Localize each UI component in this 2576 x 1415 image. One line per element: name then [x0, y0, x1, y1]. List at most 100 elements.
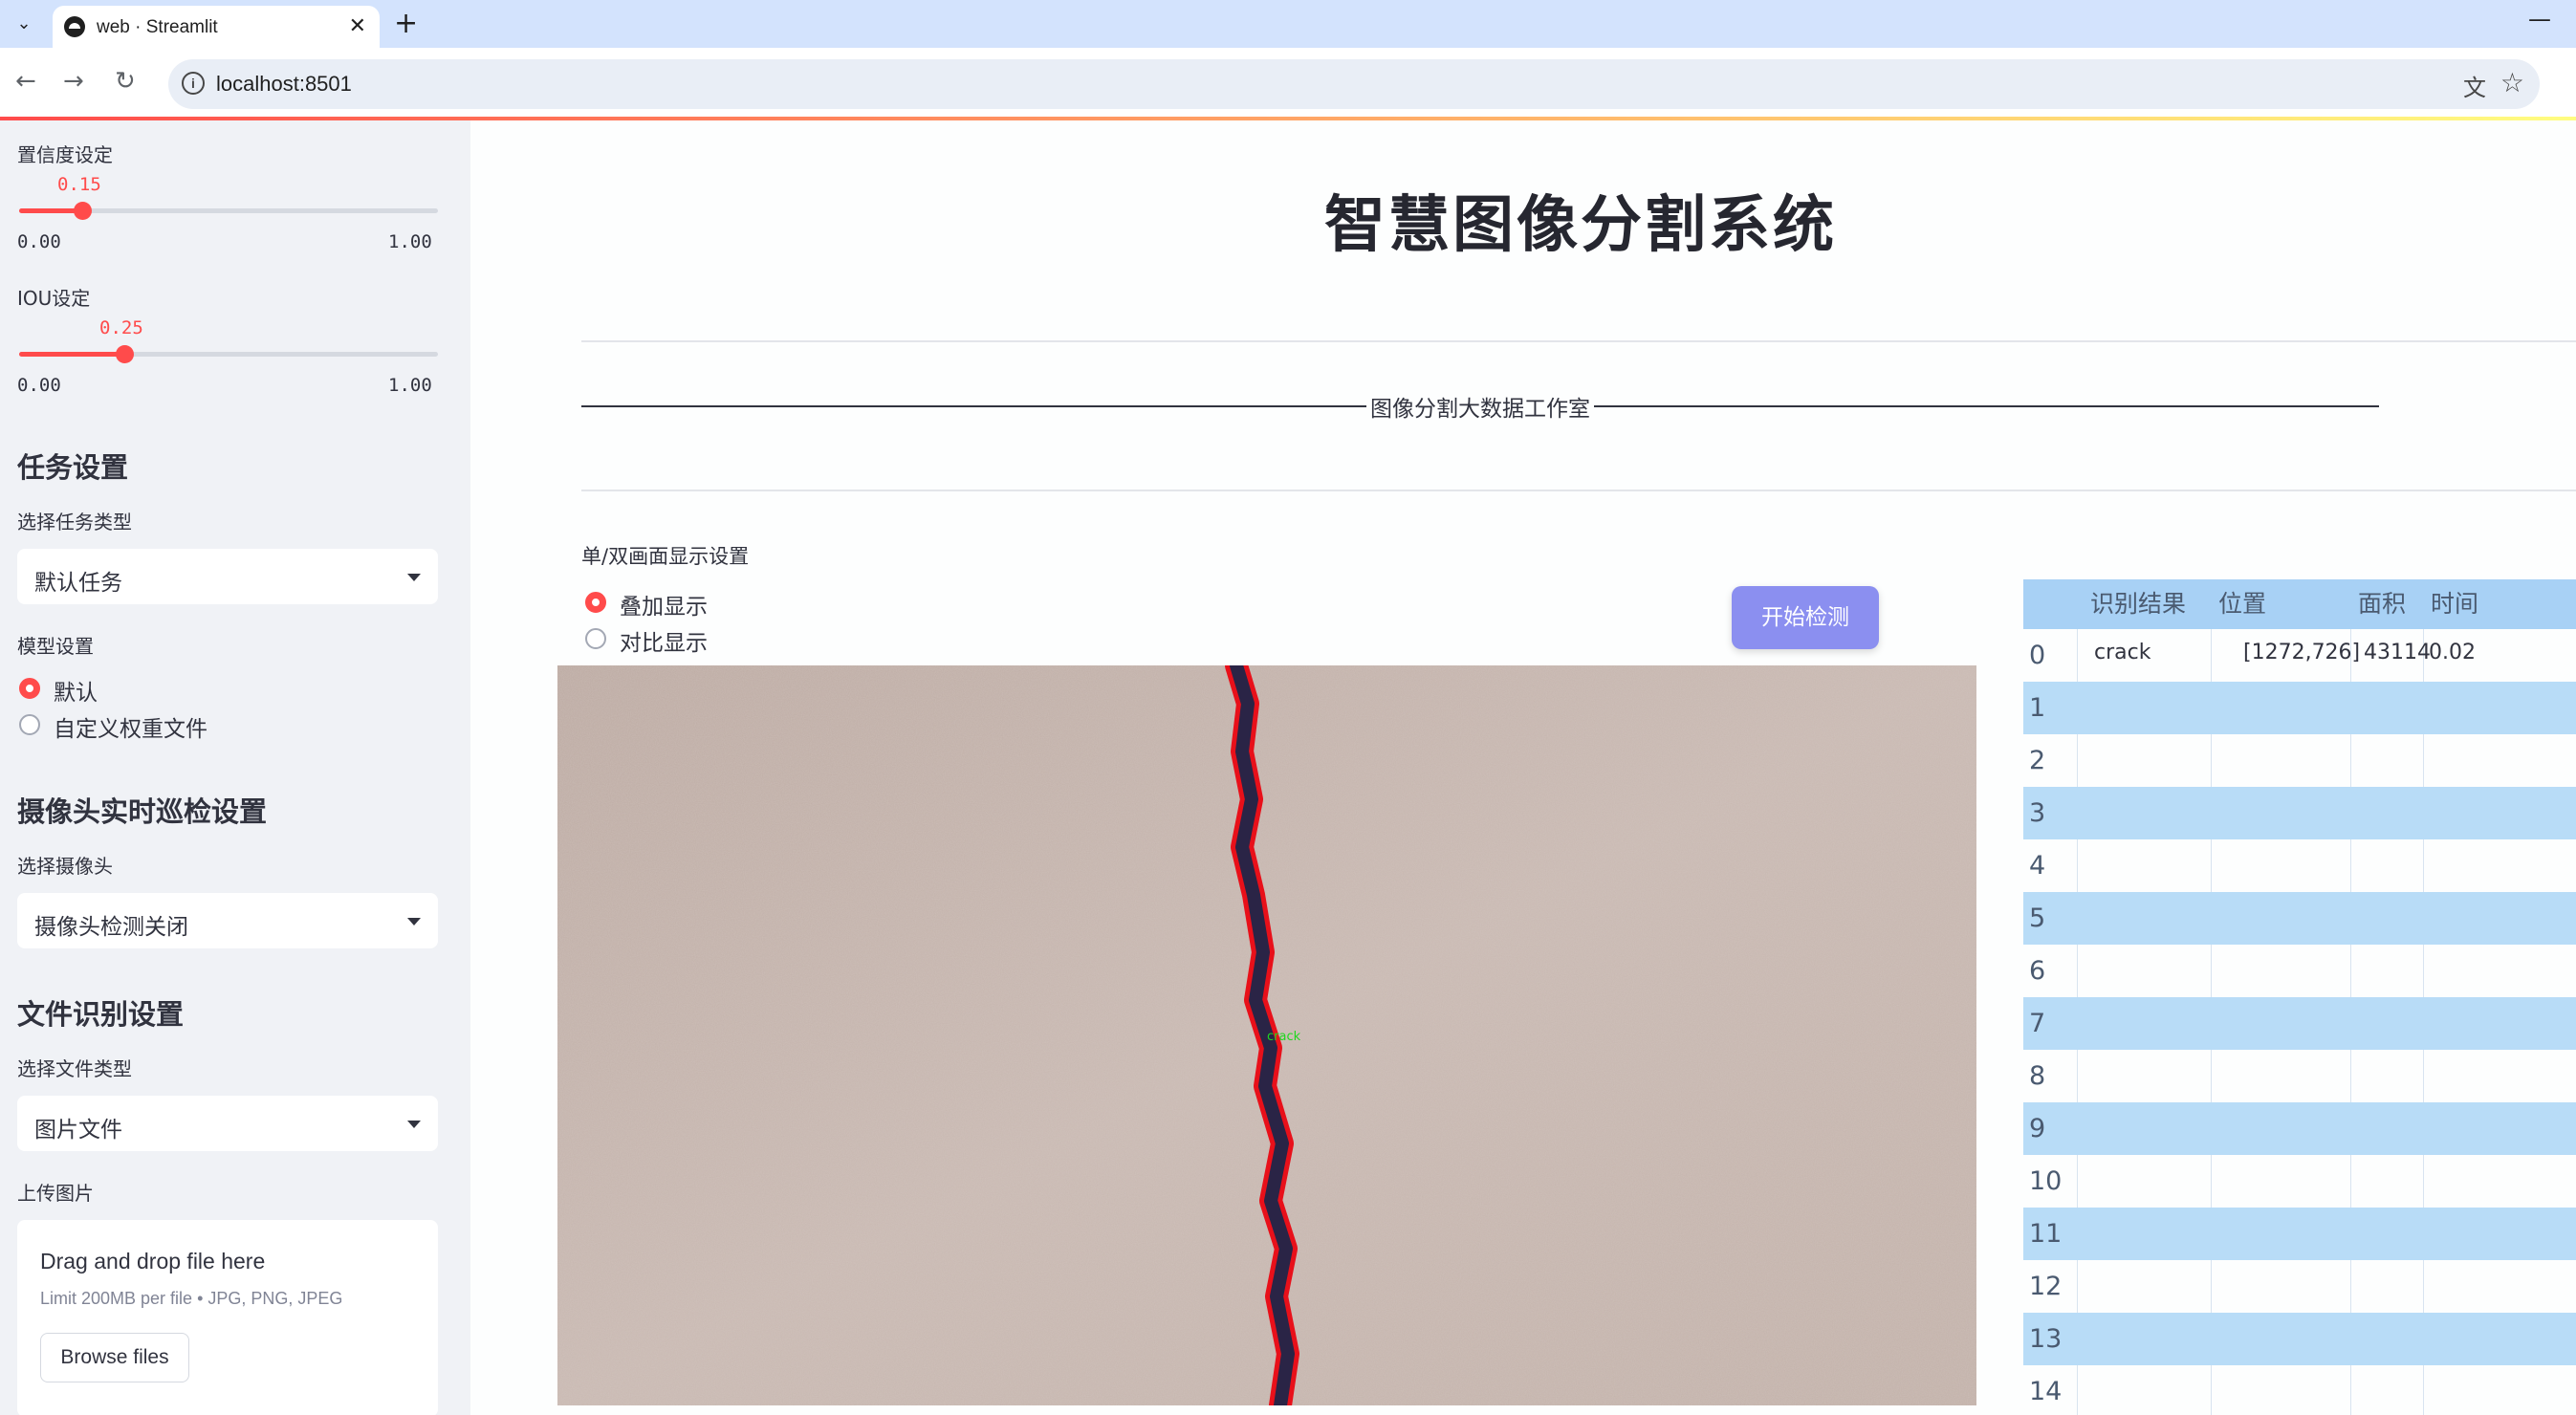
caret-down-icon	[407, 574, 421, 581]
cell-result: crack	[2094, 641, 2151, 664]
forward-arrow-icon[interactable]: →	[63, 67, 84, 96]
iou-min: 0.00	[17, 375, 61, 396]
radio-label: 默认	[54, 681, 98, 706]
table-row[interactable]: 7	[2023, 997, 2576, 1050]
iou-value: 0.25	[99, 317, 143, 338]
row-index: 5	[2029, 903, 2046, 933]
table-row[interactable]: 10	[2023, 1155, 2576, 1208]
banner-text: 图像分割大数据工作室	[1370, 397, 1590, 422]
row-index: 1	[2029, 693, 2046, 723]
banner-dash-left	[581, 405, 1366, 407]
confidence-label: 置信度设定	[17, 143, 113, 166]
browser-tab[interactable]: web · Streamlit ✕	[53, 6, 380, 48]
table-header-index	[2023, 579, 2077, 629]
table-row[interactable]: 2	[2023, 734, 2576, 787]
table-row[interactable]: 8	[2023, 1050, 2576, 1102]
row-index: 10	[2029, 1166, 2063, 1196]
radio-unselected-icon[interactable]	[585, 628, 606, 649]
table-row[interactable]: 12	[2023, 1260, 2576, 1313]
url-text[interactable]: localhost:8501	[216, 72, 352, 97]
camera-select-label: 选择摄像头	[17, 855, 113, 878]
cell-position: [1272,726]	[2243, 641, 2361, 664]
file-uploader-dropzone[interactable]: Drag and drop file here Limit 200MB per …	[17, 1220, 438, 1415]
row-index: 9	[2029, 1114, 2046, 1143]
table-row[interactable]: 3	[2023, 787, 2576, 839]
star-icon[interactable]: ☆	[2500, 67, 2524, 98]
slider-thumb[interactable]	[115, 345, 134, 363]
upload-limit: Limit 200MB per file • JPG, PNG, JPEG	[40, 1289, 343, 1308]
banner-dash-right	[1594, 405, 2379, 407]
iou-label: IOU设定	[17, 287, 91, 310]
table-row[interactable]: 13	[2023, 1313, 2576, 1365]
row-index: 8	[2029, 1061, 2046, 1091]
row-index: 11	[2029, 1219, 2063, 1249]
row-index: 3	[2029, 798, 2046, 828]
table-row[interactable]: 6	[2023, 945, 2576, 997]
upload-title: Drag and drop file here	[40, 1249, 266, 1274]
task-settings-heading: 任务设置	[17, 451, 129, 484]
sidebar: 置信度设定 0.15 0.00 1.00 IOU设定 0.25 0.00 1.0…	[0, 120, 470, 1415]
task-type-value: 默认任务	[34, 571, 122, 596]
model-settings-label: 模型设置	[17, 635, 94, 658]
camera-value: 摄像头检测关闭	[34, 915, 188, 940]
camera-settings-heading: 摄像头实时巡检设置	[17, 795, 268, 828]
row-index: 6	[2029, 956, 2046, 986]
detection-tag: crack	[1267, 1030, 1301, 1044]
streamlit-favicon-icon	[64, 16, 85, 37]
wall-crack-image: crack	[557, 665, 1976, 1405]
start-detection-button[interactable]: 开始检测	[1732, 586, 1879, 649]
url-field[interactable]: i localhost:8501 文 ☆	[168, 59, 2540, 109]
iou-max: 1.00	[388, 375, 432, 396]
table-header-area[interactable]: 面积	[2350, 579, 2423, 629]
file-type-label: 选择文件类型	[17, 1057, 132, 1080]
close-icon[interactable]: ✕	[349, 14, 366, 38]
iou-slider[interactable]	[19, 345, 438, 363]
browser-tab-bar: ⌄ web · Streamlit ✕ + —	[0, 0, 2576, 48]
back-arrow-icon[interactable]: ←	[15, 67, 36, 96]
tab-title: web · Streamlit	[97, 17, 218, 37]
display-setting-label: 单/双画面显示设置	[581, 545, 750, 568]
cell-time: 0.02	[2429, 641, 2476, 664]
table-header-position[interactable]: 位置	[2211, 579, 2350, 629]
caret-down-icon	[407, 918, 421, 925]
file-type-value: 图片文件	[34, 1118, 122, 1143]
reload-icon[interactable]: ↻	[115, 67, 136, 96]
radio-selected-icon[interactable]	[585, 592, 606, 613]
table-row[interactable]: 1	[2023, 682, 2576, 734]
page-title: 智慧图像分割系统	[1324, 190, 1837, 261]
table-header-result[interactable]: 识别结果	[2077, 579, 2211, 629]
row-index: 13	[2029, 1324, 2063, 1354]
table-row[interactable]: 5	[2023, 892, 2576, 945]
minimize-icon[interactable]: —	[2528, 6, 2551, 33]
camera-select[interactable]: 摄像头检测关闭	[17, 893, 438, 948]
info-icon[interactable]: i	[182, 72, 205, 95]
table-row[interactable]: 4	[2023, 839, 2576, 892]
slider-fill	[19, 352, 124, 357]
browse-files-button[interactable]: Browse files	[40, 1333, 189, 1382]
radio-unselected-icon[interactable]	[19, 714, 40, 735]
chevron-down-icon[interactable]: ⌄	[10, 10, 38, 38]
new-tab-icon[interactable]: +	[394, 8, 418, 40]
radio-selected-icon[interactable]	[19, 678, 40, 699]
task-type-label: 选择任务类型	[17, 511, 132, 533]
row-index: 2	[2029, 746, 2046, 775]
detection-result-image: crack	[557, 665, 1976, 1405]
table-row[interactable]: 9	[2023, 1102, 2576, 1155]
table-header-time[interactable]: 时间	[2423, 579, 2576, 629]
radio-label: 叠加显示	[620, 595, 708, 620]
row-index: 4	[2029, 851, 2046, 881]
banner: 图像分割大数据工作室	[581, 390, 2379, 423]
radio-label: 自定义权重文件	[54, 717, 207, 742]
file-type-select[interactable]: 图片文件	[17, 1096, 438, 1151]
row-index: 0	[2029, 641, 2046, 670]
table-row[interactable]: 0 crack [1272,726] 43114 0.02	[2023, 629, 2576, 682]
caret-down-icon	[407, 1121, 421, 1128]
divider	[581, 340, 2576, 342]
translate-icon[interactable]: 文	[2463, 69, 2486, 102]
task-type-select[interactable]: 默认任务	[17, 549, 438, 604]
divider	[581, 490, 2576, 491]
row-index: 12	[2029, 1272, 2063, 1301]
address-bar: ← → ↻ i localhost:8501 文 ☆	[0, 48, 2576, 119]
table-row[interactable]: 14	[2023, 1365, 2576, 1415]
table-row[interactable]: 11	[2023, 1208, 2576, 1260]
